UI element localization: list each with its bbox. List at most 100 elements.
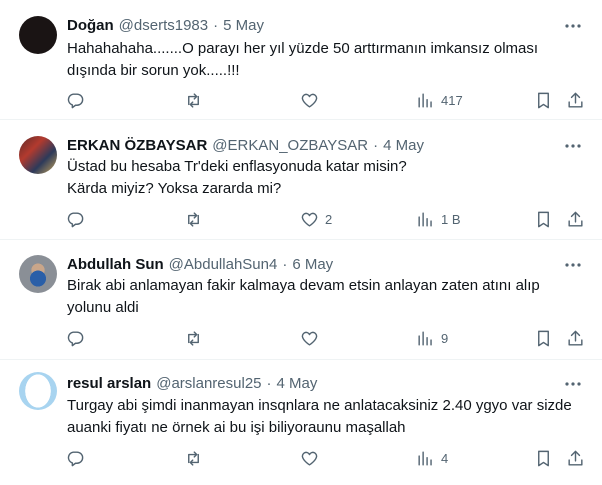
separator-dot: · bbox=[266, 374, 272, 392]
tweet[interactable]: Doğan @dserts1983 · 5 May Hahahahaha....… bbox=[0, 0, 602, 120]
reply-icon bbox=[67, 450, 84, 466]
heart-icon bbox=[301, 451, 318, 466]
bookmark-button[interactable] bbox=[534, 88, 553, 112]
user-handle[interactable]: @dserts1983 bbox=[119, 17, 208, 34]
reply-icon bbox=[67, 211, 84, 227]
bookmark-button[interactable] bbox=[534, 326, 553, 350]
retweet-button[interactable] bbox=[184, 88, 209, 112]
views-bar-chart-icon bbox=[418, 92, 432, 108]
display-name[interactable]: resul arslan bbox=[67, 375, 151, 392]
views-button[interactable]: 417 bbox=[416, 88, 463, 112]
tweet-text: Üstad bu hesaba Tr'deki enflasyonuda kat… bbox=[67, 156, 567, 200]
tweet-text: Hahahahaha.......O parayı her yıl yüzde … bbox=[67, 38, 567, 82]
share-icon bbox=[568, 330, 583, 346]
tweet[interactable]: Abdullah Sun @AbdullahSun4 · 6 May Birak… bbox=[0, 240, 602, 360]
separator-dot: · bbox=[373, 136, 379, 154]
tweet-header: Abdullah Sun @AbdullahSun4 · 6 May bbox=[67, 254, 333, 274]
share-button[interactable] bbox=[566, 446, 585, 470]
heart-icon bbox=[301, 93, 318, 108]
like-button[interactable]: 2 bbox=[300, 207, 332, 231]
reply-button[interactable] bbox=[66, 326, 91, 350]
more-horizontal-icon[interactable] bbox=[562, 374, 584, 394]
display-name[interactable]: Doğan bbox=[67, 17, 114, 34]
views-button[interactable]: 1 B bbox=[416, 207, 461, 231]
more-horizontal-icon[interactable] bbox=[562, 136, 584, 156]
avatar[interactable] bbox=[19, 255, 57, 293]
reply-button[interactable] bbox=[66, 446, 91, 470]
tweet-date[interactable]: 6 May bbox=[292, 256, 333, 273]
more-horizontal-icon[interactable] bbox=[562, 255, 584, 275]
bookmark-button[interactable] bbox=[534, 446, 553, 470]
bookmark-icon bbox=[538, 211, 549, 227]
tweet-actions: 2 1 B bbox=[58, 207, 598, 231]
more-horizontal-icon[interactable] bbox=[562, 16, 584, 36]
views-bar-chart-icon bbox=[418, 211, 432, 227]
view-count: 9 bbox=[441, 330, 449, 346]
tweet-text-line: Kärda miyiz? Yoksa zararda mi? bbox=[67, 180, 282, 197]
like-count: 2 bbox=[325, 211, 333, 227]
tweet-text-line: Hahahahaha.......O parayı her yıl yüzde … bbox=[67, 40, 539, 57]
heart-icon bbox=[301, 331, 318, 346]
tweet-text-line: Turgay abi şimdi inanmayan insqnlara ne … bbox=[67, 397, 572, 414]
separator-dot: · bbox=[282, 255, 288, 273]
display-name[interactable]: Abdullah Sun bbox=[67, 256, 164, 273]
tweet-text-line: Birak abi anlamayan fakir kalmaya devam … bbox=[67, 277, 540, 294]
reply-button[interactable] bbox=[66, 207, 91, 231]
like-button[interactable] bbox=[300, 88, 325, 112]
share-button[interactable] bbox=[566, 326, 585, 350]
tweet-actions: 9 bbox=[58, 326, 598, 350]
reply-icon bbox=[67, 330, 84, 346]
tweet[interactable]: ERKAN ÖZBAYSAR @ERKAN_OZBAYSAR · 4 May Ü… bbox=[0, 120, 602, 240]
share-button[interactable] bbox=[566, 207, 585, 231]
user-handle[interactable]: @ERKAN_OZBAYSAR bbox=[212, 137, 368, 154]
tweet-text-line: Üstad bu hesaba Tr'deki enflasyonuda kat… bbox=[67, 158, 407, 175]
view-count: 4 bbox=[441, 450, 449, 466]
avatar[interactable] bbox=[19, 16, 57, 54]
retweet-button[interactable] bbox=[184, 207, 209, 231]
views-bar-chart-icon bbox=[418, 450, 432, 466]
user-handle[interactable]: @arslanresul25 bbox=[156, 375, 261, 392]
reply-feed: Doğan @dserts1983 · 5 May Hahahahaha....… bbox=[0, 0, 602, 485]
retweet-icon bbox=[188, 211, 199, 227]
avatar[interactable] bbox=[19, 136, 57, 174]
tweet-date[interactable]: 5 May bbox=[223, 17, 264, 34]
bookmark-icon bbox=[538, 92, 549, 108]
tweet-header: ERKAN ÖZBAYSAR @ERKAN_OZBAYSAR · 4 May bbox=[67, 135, 424, 155]
view-count: 1 B bbox=[441, 211, 461, 227]
retweet-icon bbox=[188, 330, 199, 346]
retweet-icon bbox=[188, 450, 199, 466]
views-button[interactable]: 4 bbox=[416, 446, 448, 470]
tweet-date[interactable]: 4 May bbox=[277, 375, 318, 392]
separator-dot: · bbox=[213, 16, 219, 34]
share-button[interactable] bbox=[566, 88, 585, 112]
retweet-icon bbox=[188, 92, 199, 108]
reply-button[interactable] bbox=[66, 88, 91, 112]
views-button[interactable]: 9 bbox=[416, 326, 448, 350]
user-handle[interactable]: @AbdullahSun4 bbox=[169, 256, 278, 273]
tweet[interactable]: resul arslan @arslanresul25 · 4 May Turg… bbox=[0, 360, 602, 485]
tweet-date[interactable]: 4 May bbox=[383, 137, 424, 154]
heart-icon bbox=[301, 212, 318, 227]
tweet-text-line: dışında bir sorun yok.....!!! bbox=[67, 62, 240, 79]
retweet-button[interactable] bbox=[184, 326, 209, 350]
reply-icon bbox=[67, 92, 84, 108]
like-button[interactable] bbox=[300, 326, 325, 350]
avatar[interactable] bbox=[19, 372, 57, 410]
tweet-text: Turgay abi şimdi inanmayan insqnlara ne … bbox=[67, 395, 572, 439]
share-icon bbox=[568, 211, 583, 227]
tweet-actions: 417 bbox=[58, 88, 598, 112]
like-button[interactable] bbox=[300, 446, 325, 470]
tweet-actions: 4 bbox=[58, 446, 598, 470]
retweet-button[interactable] bbox=[184, 446, 209, 470]
share-icon bbox=[568, 450, 583, 466]
tweet-text-line: yolunu aldi bbox=[67, 299, 139, 316]
display-name[interactable]: ERKAN ÖZBAYSAR bbox=[67, 137, 207, 154]
share-icon bbox=[568, 92, 583, 108]
view-count: 417 bbox=[441, 92, 463, 108]
tweet-header: Doğan @dserts1983 · 5 May bbox=[67, 15, 264, 35]
bookmark-icon bbox=[538, 330, 549, 346]
bookmark-button[interactable] bbox=[534, 207, 553, 231]
tweet-text-line: auanki fiyatı ne örnek ai bu işi biliyor… bbox=[67, 419, 406, 436]
tweet-header: resul arslan @arslanresul25 · 4 May bbox=[67, 373, 317, 393]
tweet-text: Birak abi anlamayan fakir kalmaya devam … bbox=[67, 275, 567, 319]
